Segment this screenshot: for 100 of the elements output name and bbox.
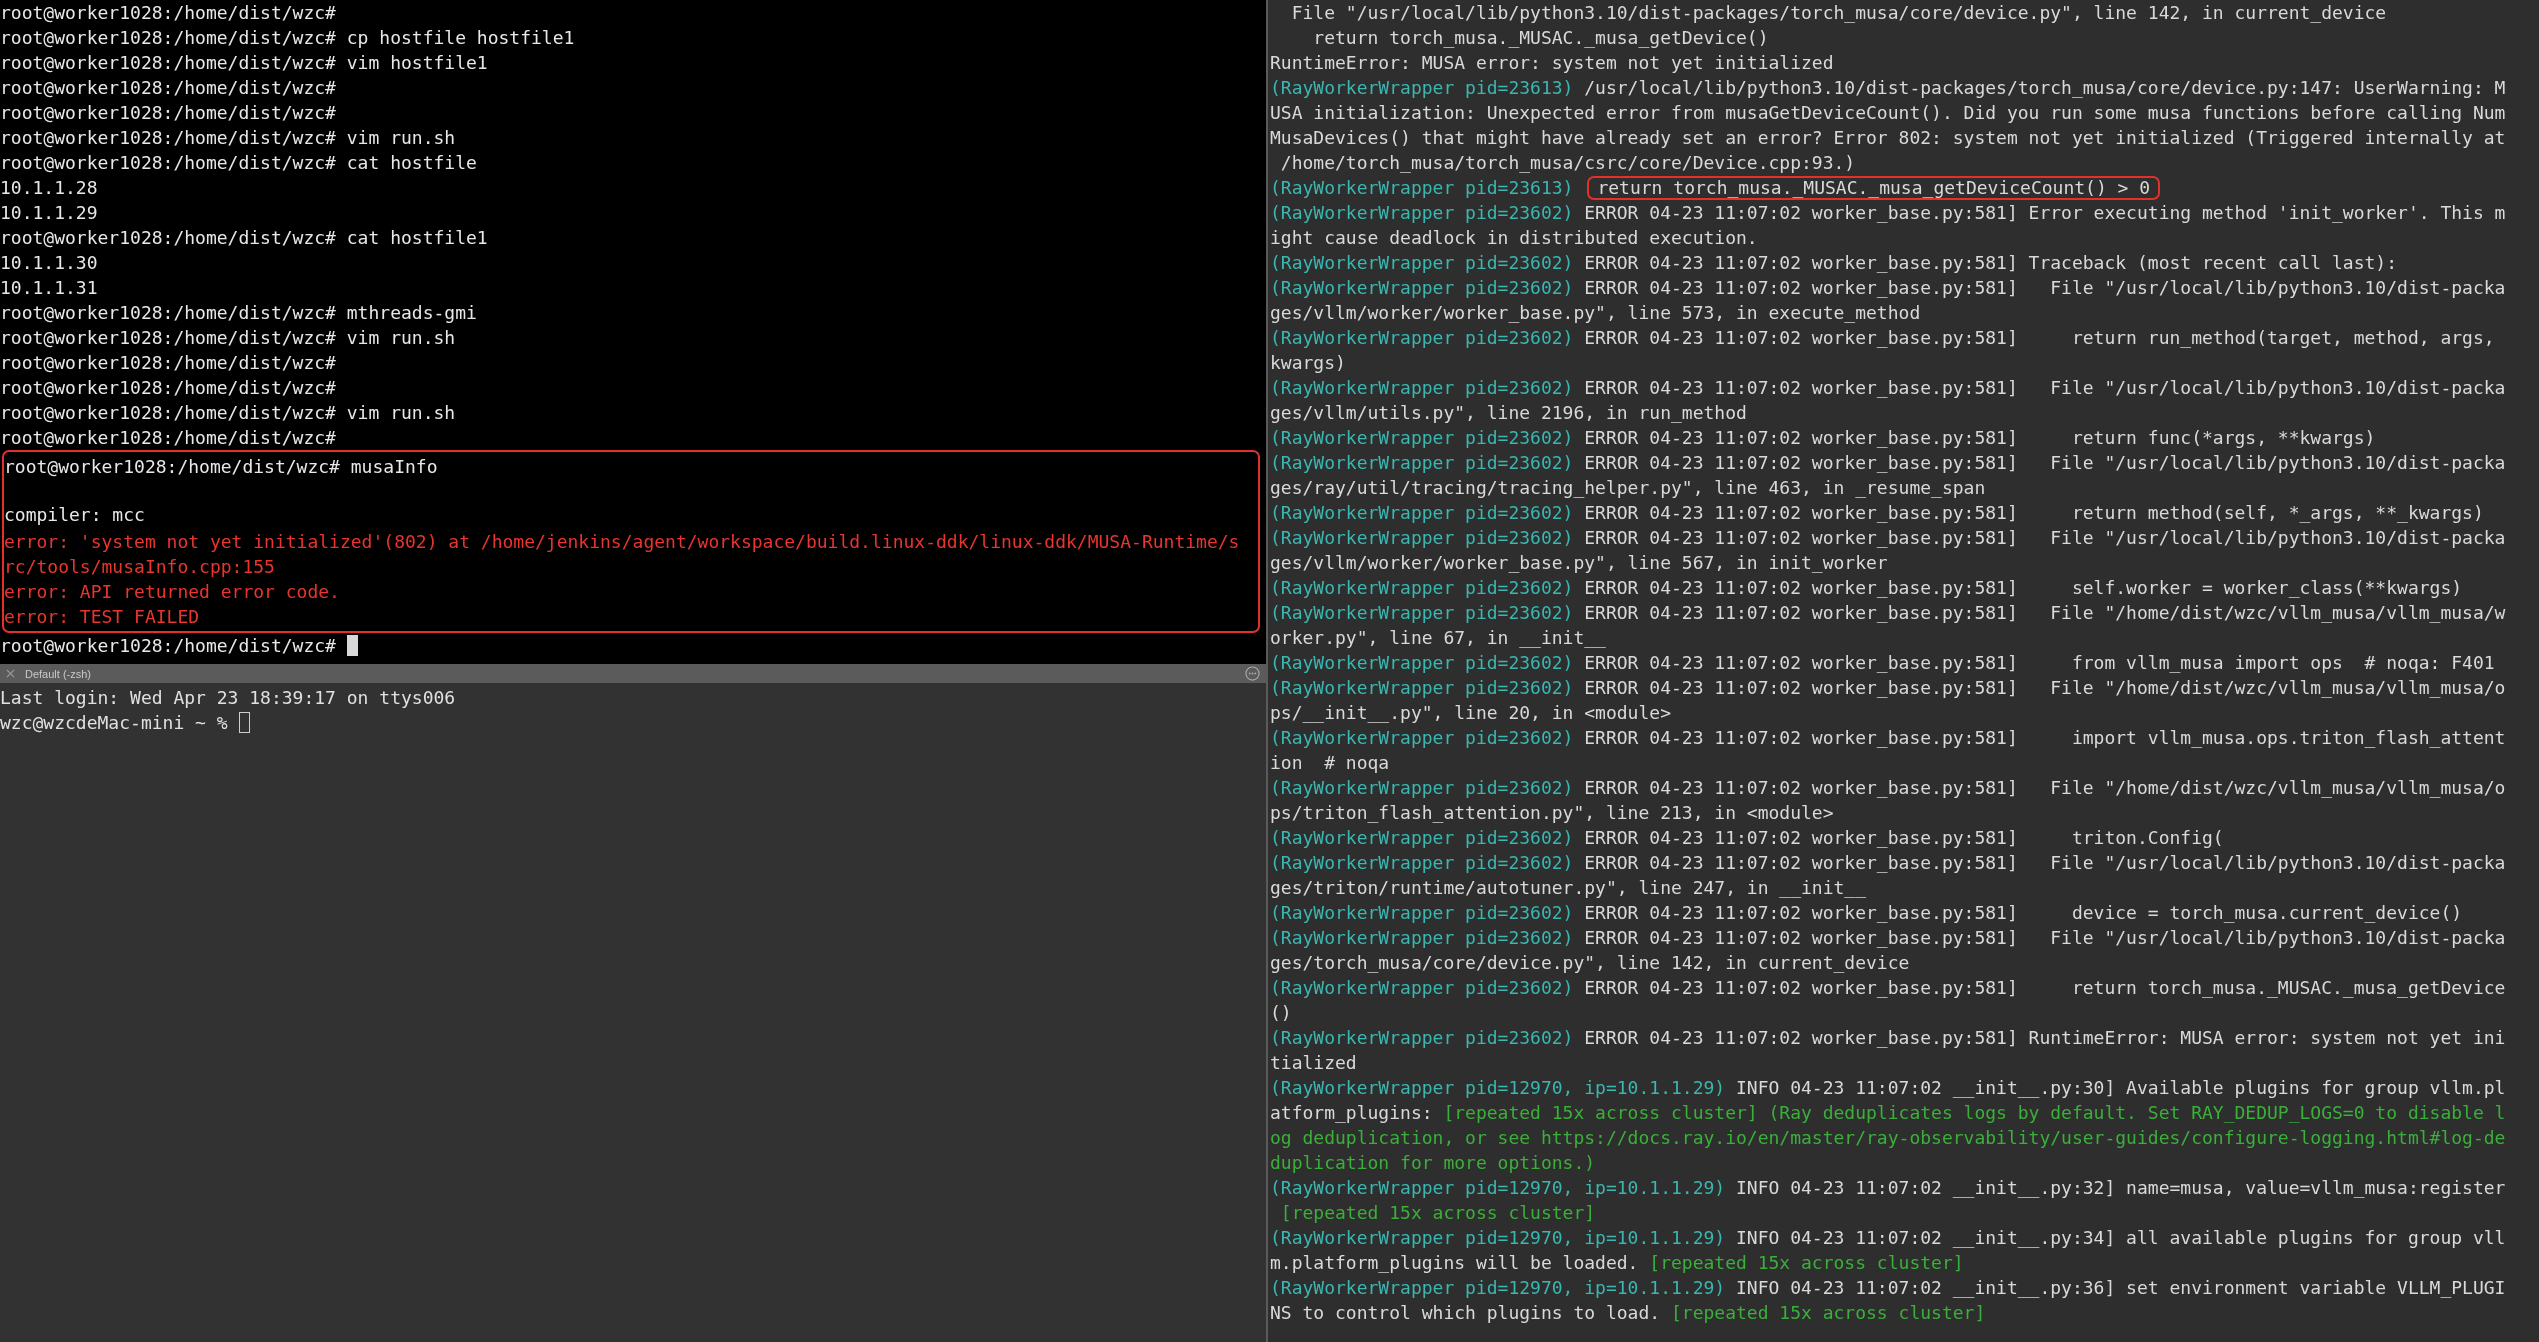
log-text: orker.py", line 67, in __init__ bbox=[1270, 626, 1606, 650]
log-text: ges/triton/runtime/autotuner.py", line 247, in __init__ bbox=[1270, 876, 1867, 900]
terminal-line: Last login: Wed Apr 23 18:39:17 on ttys006 bbox=[0, 686, 456, 710]
log-text: NS to control which plugins to load. bbox=[1270, 1301, 1662, 1325]
log-text: ERROR 04-23 11:07:02 worker_base.py:581] from vllm_musa import ops # noqa: F401 bbox=[1583, 651, 2495, 675]
log-text: ges/vllm/worker/worker_base.py", line 573, in execute_method bbox=[1270, 301, 1921, 325]
log-text: MusaDevices() that might have already set an error? Error 802: system not yet initialized (Triggered internally at bbox=[1270, 126, 2506, 150]
log-text: ight cause deadlock in distributed execution. bbox=[1270, 226, 1758, 250]
log-text: ERROR 04-23 11:07:02 worker_base.py:581] RuntimeError: MUSA error: system not yet ini bbox=[1583, 1026, 2506, 1050]
process-tag: (RayWorkerWrapper pid=12970, ip=10.1.1.29) bbox=[1270, 1275, 1726, 1300]
process-tag: (RayWorkerWrapper pid=23602) bbox=[1270, 250, 1574, 275]
log-text: ERROR 04-23 11:07:02 worker_base.py:581] self.worker = worker_class(**kwargs) bbox=[1583, 576, 2463, 600]
process-tag: (RayWorkerWrapper pid=23613) bbox=[1270, 175, 1574, 200]
log-text: ges/vllm/worker/worker_base.py", line 567, in init_worker bbox=[1270, 551, 1888, 575]
process-tag: (RayWorkerWrapper pid=23602) bbox=[1270, 650, 1574, 675]
more-icon[interactable] bbox=[1245, 666, 1260, 681]
log-text: ERROR 04-23 11:07:02 worker_base.py:581] return torch_musa._MUSAC._musa_getDevice bbox=[1583, 976, 2506, 1000]
process-tag: (RayWorkerWrapper pid=12970, ip=10.1.1.29) bbox=[1270, 1175, 1726, 1200]
log-text: ERROR 04-23 11:07:02 worker_base.py:581] File "/usr/local/lib/python3.10/dist-packa bbox=[1583, 376, 2506, 400]
terminal-line: root@worker1028:/home/dist/wzc# vim hostfile1 bbox=[0, 51, 488, 75]
terminal-line: 10.1.1.29 bbox=[0, 201, 98, 225]
process-tag: (RayWorkerWrapper pid=23602) bbox=[1270, 825, 1574, 850]
log-text: INFO 04-23 11:07:02 __init__.py:34] all available plugins for group vll bbox=[1735, 1226, 2506, 1250]
dedup-note: [repeated 15x across cluster] bbox=[1670, 1301, 1986, 1325]
highlighted-text: return torch_musa._MUSAC._musa_getDeviceCount() > 0 bbox=[1587, 175, 2161, 200]
log-text: RuntimeError: MUSA error: system not yet initialized bbox=[1270, 51, 1834, 75]
terminal-line: root@worker1028:/home/dist/wzc# cat hostfile1 bbox=[0, 226, 488, 250]
terminal-line: root@worker1028:/home/dist/wzc# bbox=[0, 351, 336, 375]
terminal-line: 10.1.1.30 bbox=[0, 251, 98, 275]
terminal-line: root@worker1028:/home/dist/wzc# bbox=[0, 101, 336, 125]
process-tag: (RayWorkerWrapper pid=23602) bbox=[1270, 425, 1574, 450]
process-tag: (RayWorkerWrapper pid=23602) bbox=[1270, 975, 1574, 1000]
log-text: ERROR 04-23 11:07:02 worker_base.py:581] File "/usr/local/lib/python3.10/dist-packa bbox=[1583, 276, 2506, 300]
terminal-line: 10.1.1.31 bbox=[0, 276, 98, 300]
tab-title[interactable]: Default (-zsh) bbox=[25, 667, 92, 680]
log-text: ERROR 04-23 11:07:02 worker_base.py:581] File "/usr/local/lib/python3.10/dist-packa bbox=[1583, 451, 2506, 475]
process-tag: (RayWorkerWrapper pid=23602) bbox=[1270, 925, 1574, 950]
terminal-line: 10.1.1.28 bbox=[0, 176, 98, 200]
process-tag: (RayWorkerWrapper pid=23602) bbox=[1270, 200, 1574, 225]
dedup-note: og deduplication, or see https://docs.ray.io/en/master/ray-observability/user-guides/configure-logging.html#log-de bbox=[1270, 1126, 2506, 1150]
log-text: ERROR 04-23 11:07:02 worker_base.py:581] import vllm_musa.ops.triton_flash_attent bbox=[1583, 726, 2506, 750]
process-tag: (RayWorkerWrapper pid=23602) bbox=[1270, 675, 1574, 700]
log-text: ERROR 04-23 11:07:02 worker_base.py:581] device = torch_musa.current_device() bbox=[1583, 901, 2463, 925]
process-tag: (RayWorkerWrapper pid=23602) bbox=[1270, 725, 1574, 750]
log-text: m.platform_plugins will be loaded. bbox=[1270, 1251, 1640, 1275]
dedup-note: duplication for more options.) bbox=[1270, 1151, 1596, 1175]
log-text: ERROR 04-23 11:07:02 worker_base.py:581] File "/usr/local/lib/python3.10/dist-packa bbox=[1583, 851, 2506, 875]
log-text: ERROR 04-23 11:07:02 worker_base.py:581] Traceback (most recent call last): bbox=[1583, 251, 2398, 275]
dedup-note: [repeated 15x across cluster] bbox=[1279, 1201, 1596, 1225]
log-text: ERROR 04-23 11:07:02 worker_base.py:581] Error executing method 'init_worker'. This m bbox=[1583, 201, 2506, 225]
error-line: error: API returned error code. bbox=[4, 580, 340, 604]
log-text: tialized bbox=[1270, 1051, 1357, 1075]
process-tag: (RayWorkerWrapper pid=12970, ip=10.1.1.29) bbox=[1270, 1225, 1726, 1250]
process-tag: (RayWorkerWrapper pid=23602) bbox=[1270, 275, 1574, 300]
log-text: ERROR 04-23 11:07:02 worker_base.py:581] triton.Config( bbox=[1583, 826, 2224, 850]
terminal-line: compiler: mcc bbox=[4, 503, 145, 527]
log-text: ERROR 04-23 11:07:02 worker_base.py:581] File "/home/dist/wzc/vllm_musa/vllm_musa/w bbox=[1583, 601, 2506, 625]
process-tag: (RayWorkerWrapper pid=23613) bbox=[1270, 75, 1574, 100]
dedup-note: [repeated 15x across cluster] (Ray deduplicates logs by default. Set RAY_DEDUP_LOGS=0 to disable l bbox=[1443, 1101, 2506, 1125]
process-tag: (RayWorkerWrapper pid=23602) bbox=[1270, 500, 1574, 525]
log-text: File "/usr/local/lib/python3.10/dist-packages/torch_musa/core/device.py", line 142, in current_device bbox=[1290, 1, 2387, 25]
log-text: () bbox=[1270, 1001, 1292, 1025]
log-text: /usr/local/lib/python3.10/dist-packages/torch_musa/core/device.py:147: UserWarning: M bbox=[1583, 76, 2506, 100]
log-text: ps/triton_flash_attention.py", line 213, in <module> bbox=[1270, 801, 1834, 825]
log-text: ERROR 04-23 11:07:02 worker_base.py:581] File "/home/dist/wzc/vllm_musa/vllm_musa/o bbox=[1583, 776, 2506, 800]
process-tag: (RayWorkerWrapper pid=12970, ip=10.1.1.29) bbox=[1270, 1075, 1726, 1100]
log-text: ps/__init__.py", line 20, in <module> bbox=[1270, 701, 1671, 725]
error-line: rc/tools/musaInfo.cpp:155 bbox=[4, 555, 275, 579]
log-text: ges/ray/util/tracing/tracing_helper.py", line 463, in _resume_span bbox=[1270, 476, 1986, 500]
error-line: error: 'system not yet initialized'(802) at /home/jenkins/agent/workspace/build.linux-ddk/linux-ddk/MUSA-Runtime/s bbox=[4, 530, 1240, 554]
log-text: ERROR 04-23 11:07:02 worker_base.py:581] File "/usr/local/lib/python3.10/dist-packa bbox=[1583, 526, 2506, 550]
terminal-line: root@worker1028:/home/dist/wzc# bbox=[0, 1, 336, 25]
terminal-line: root@worker1028:/home/dist/wzc# cat hostfile bbox=[0, 151, 477, 175]
process-tag: (RayWorkerWrapper pid=23602) bbox=[1270, 525, 1574, 550]
terminal-line: root@worker1028:/home/dist/wzc# bbox=[0, 376, 336, 400]
log-text: ERROR 04-23 11:07:02 worker_base.py:581] return func(*args, **kwargs) bbox=[1583, 426, 2376, 450]
log-text: ERROR 04-23 11:07:02 worker_base.py:581] return method(self, *_args, **_kwargs) bbox=[1583, 501, 2484, 525]
terminal-line: root@worker1028:/home/dist/wzc# vim run.sh bbox=[0, 326, 456, 350]
log-text: atform_plugins: bbox=[1270, 1101, 1434, 1125]
terminal-line: root@worker1028:/home/dist/wzc# mthreads-gmi bbox=[0, 301, 477, 325]
terminal-line: root@worker1028:/home/dist/wzc# bbox=[0, 634, 336, 658]
log-text: USA initialization: Unexpected error from musaGetDeviceCount(). Did you run some musa functions before calling Num bbox=[1270, 101, 2506, 125]
terminal-line: root@worker1028:/home/dist/wzc# vim run.sh bbox=[0, 401, 456, 425]
process-tag: (RayWorkerWrapper pid=23602) bbox=[1270, 1025, 1574, 1050]
process-tag: (RayWorkerWrapper pid=23602) bbox=[1270, 900, 1574, 925]
process-tag: (RayWorkerWrapper pid=23602) bbox=[1270, 450, 1574, 475]
process-tag: (RayWorkerWrapper pid=23602) bbox=[1270, 775, 1574, 800]
log-text: ERROR 04-23 11:07:02 worker_base.py:581] File "/usr/local/lib/python3.10/dist-packa bbox=[1583, 926, 2506, 950]
close-icon[interactable] bbox=[6, 669, 15, 678]
log-text: return torch_musa._MUSAC._musa_getDevice() bbox=[1312, 26, 1769, 50]
log-text: ges/torch_musa/core/device.py", line 142, in current_device bbox=[1270, 951, 1910, 975]
log-text: INFO 04-23 11:07:02 __init__.py:32] name=musa, value=vllm_musa:register bbox=[1735, 1176, 2506, 1200]
process-tag: (RayWorkerWrapper pid=23602) bbox=[1270, 600, 1574, 625]
log-text: kwargs) bbox=[1270, 351, 1346, 375]
terminal-line: root@worker1028:/home/dist/wzc# cp hostfile hostfile1 bbox=[0, 26, 575, 50]
process-tag: (RayWorkerWrapper pid=23602) bbox=[1270, 375, 1574, 400]
terminal-line: root@worker1028:/home/dist/wzc# vim run.sh bbox=[0, 126, 456, 150]
log-text: INFO 04-23 11:07:02 __init__.py:30] Available plugins for group vllm.pl bbox=[1735, 1076, 2506, 1100]
log-text: /home/torch_musa/torch_musa/csrc/core/Device.cpp:93.) bbox=[1279, 151, 1856, 175]
log-text: ion # noqa bbox=[1270, 751, 1390, 775]
